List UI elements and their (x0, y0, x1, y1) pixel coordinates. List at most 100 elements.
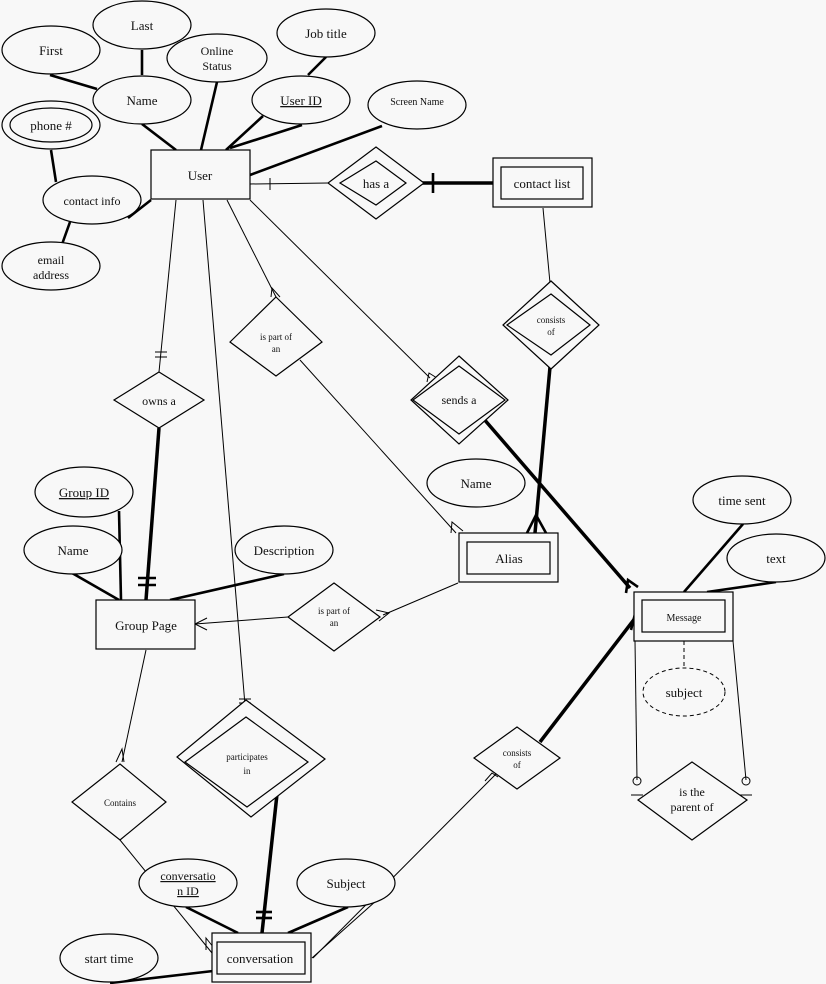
attribute-subject-derived[interactable]: subject (642, 667, 726, 717)
line-jobtitle-userid (307, 56, 327, 76)
attribute-label: Job title (305, 26, 347, 41)
line-name-user (141, 122, 177, 152)
line-description-grouppage (169, 572, 285, 602)
attribute-group-id[interactable]: Group ID (34, 466, 134, 518)
attribute-name-user[interactable]: Name (92, 75, 192, 125)
relationship-label: is the (679, 785, 705, 799)
attribute-label: Name (57, 543, 88, 558)
relationship-owns-a[interactable]: owns a (112, 371, 206, 429)
entity-user[interactable]: User (150, 149, 251, 200)
relationship-label: Contains (104, 798, 136, 808)
attribute-label: text (766, 551, 786, 566)
attribute-group-name[interactable]: Name (23, 525, 123, 575)
attribute-screen-name[interactable]: Screen Name (367, 80, 467, 130)
attribute-label: Screen Name (390, 97, 444, 108)
key-attribute-label: User ID (280, 93, 322, 108)
relationship-label: sends a (442, 393, 478, 407)
key-attribute-label: conversatio (160, 869, 215, 883)
crowfoot-many (624, 577, 639, 594)
entity-conversation[interactable]: conversation (211, 932, 312, 983)
attribute-label: Status (202, 59, 232, 73)
line-ispartof-alias2 (382, 582, 459, 616)
attribute-alias-name[interactable]: Name (426, 458, 526, 508)
line-online-user (199, 81, 219, 151)
derived-attribute-label: subject (666, 685, 703, 700)
entity-label: User (188, 168, 213, 183)
relationship-label: is part of (260, 332, 292, 342)
key-attribute-label: n ID (177, 884, 199, 898)
line-phone-contact (49, 149, 58, 183)
entity-group-page[interactable]: Group Page (95, 599, 196, 650)
relationship-label: owns a (142, 394, 176, 408)
relationship-label: consists (537, 315, 566, 325)
attribute-last[interactable]: Last (92, 0, 192, 50)
relationship-label: has a (363, 176, 390, 191)
line-ownsa-grouppage (144, 427, 161, 601)
relationship-label: in (243, 766, 251, 776)
entity-contact-list[interactable]: contact list (492, 157, 593, 208)
relationship-is-part-of-group[interactable]: is part of an (286, 582, 382, 652)
entity-label: conversation (227, 951, 294, 966)
relationship-participates-in[interactable]: participates in (176, 699, 326, 818)
relationship-consists-of-messages[interactable]: consists of (472, 726, 562, 790)
line-user-hasa (249, 182, 329, 185)
relationship-contains[interactable]: Contains (71, 763, 167, 841)
attribute-label: Description (254, 543, 315, 558)
line-text-message (706, 580, 777, 594)
entity-alias[interactable]: Alias (458, 532, 559, 583)
line-user-participates (202, 199, 246, 706)
attribute-email-address[interactable]: email address (1, 241, 101, 291)
attribute-label: address (33, 268, 69, 282)
attribute-job-title[interactable]: Job title (276, 8, 376, 58)
relationship-label: consists (503, 748, 532, 758)
line-user-ispartof (226, 199, 277, 298)
entity-message[interactable]: Message (633, 591, 734, 642)
attribute-phone-multivalued[interactable]: phone # (1, 100, 101, 150)
line-userid-user-a (225, 115, 264, 151)
line-consists-alias (533, 355, 553, 534)
attribute-online-status[interactable]: Online Status (166, 33, 268, 83)
attribute-label: Subject (327, 876, 366, 891)
attribute-label: time sent (718, 493, 766, 508)
line-grouppage-ispartof (194, 616, 289, 625)
line-contactlist-consists (542, 207, 551, 284)
attribute-contact-info[interactable]: contact info (42, 175, 142, 225)
relationship-label: parent of (671, 800, 714, 814)
key-attribute-label: Group ID (59, 485, 109, 500)
attribute-conversation-subject[interactable]: Subject (296, 858, 396, 908)
crowfoot-many (450, 521, 464, 534)
relationship-label: participates (226, 752, 268, 762)
entity-label: contact list (514, 176, 571, 191)
attribute-label: contact info (64, 194, 121, 208)
attribute-text[interactable]: text (726, 533, 826, 583)
relationship-label: of (513, 760, 521, 770)
relationship-is-the-parent-of[interactable]: is the parent of (636, 761, 749, 841)
relationship-has-a[interactable]: has a (327, 146, 425, 220)
line-convid-conversation (185, 905, 239, 935)
line-consists-message (538, 615, 638, 744)
attribute-time-sent[interactable]: time sent (692, 475, 792, 525)
attribute-label: email (38, 253, 65, 267)
attribute-label: Name (126, 93, 157, 108)
attribute-label: Name (460, 476, 491, 491)
attribute-user-id[interactable]: User ID (251, 75, 351, 125)
relationship-label: an (330, 618, 339, 628)
attribute-label: Online (201, 44, 234, 58)
relationship-is-part-of-alias[interactable]: is part of an (229, 296, 323, 377)
line-first-name (49, 73, 98, 91)
attribute-start-time[interactable]: start time (59, 933, 159, 983)
line-grouppage-contains (121, 649, 147, 763)
attribute-label: phone # (30, 118, 72, 133)
relationship-label: of (547, 327, 555, 337)
attribute-conversation-id[interactable]: conversatio n ID (138, 858, 238, 908)
attribute-label: start time (85, 951, 134, 966)
er-diagram: First Last Name Online Status Job title … (1, 0, 826, 984)
entity-label: Alias (495, 551, 522, 566)
relationship-label: is part of (318, 606, 350, 616)
line-subject-conversation (287, 905, 349, 935)
relationship-consists-of-contacts[interactable]: consists of (502, 280, 600, 370)
entity-label: Group Page (115, 618, 177, 633)
attribute-label: Last (131, 18, 154, 33)
attribute-first[interactable]: First (1, 25, 101, 75)
attribute-description[interactable]: Description (234, 525, 334, 575)
